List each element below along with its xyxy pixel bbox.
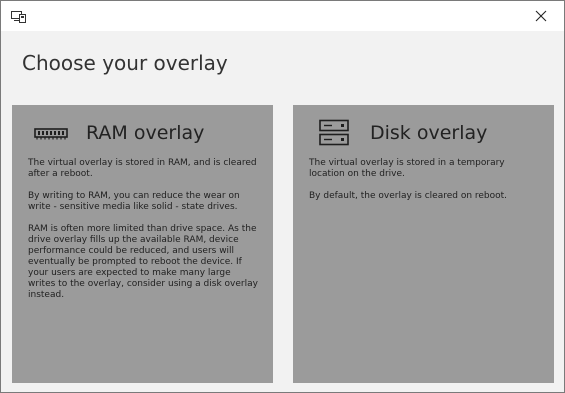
page-title: Choose your overlay [22, 51, 228, 75]
disk-overlay-description: The virtual overlay is stored in a tempo… [309, 158, 541, 213]
disk-overlay-header: Disk overlay [293, 105, 554, 157]
ram-overlay-paragraph: RAM is often more limited than drive spa… [28, 224, 258, 300]
close-button[interactable] [518, 1, 564, 31]
disk-overlay-title: Disk overlay [370, 122, 488, 144]
disk-overlay-option[interactable]: Disk overlay The virtual overlay is stor… [293, 105, 554, 383]
ram-overlay-paragraph: By writing to RAM, you can reduce the we… [28, 191, 240, 212]
disk-overlay-paragraph: The virtual overlay is stored in a tempo… [309, 158, 505, 179]
ram-overlay-title: RAM overlay [86, 122, 205, 144]
ram-overlay-header: RAM overlay [12, 105, 273, 157]
ram-overlay-option[interactable]: RAM overlay The virtual overlay is store… [12, 105, 273, 383]
ram-overlay-description: The virtual overlay is stored in RAM, an… [28, 158, 260, 312]
ram-overlay-paragraph: The virtual overlay is stored in RAM, an… [28, 158, 257, 179]
disk-overlay-paragraph: By default, the overlay is cleared on re… [309, 191, 508, 201]
overlay-dialog-window: Choose your overlay RAM overlay The virt… [0, 0, 565, 393]
title-bar [1, 1, 564, 31]
overlay-app-icon [11, 9, 27, 23]
ram-memory-icon [34, 125, 68, 144]
disk-drive-icon [319, 119, 349, 151]
close-icon [535, 7, 547, 26]
